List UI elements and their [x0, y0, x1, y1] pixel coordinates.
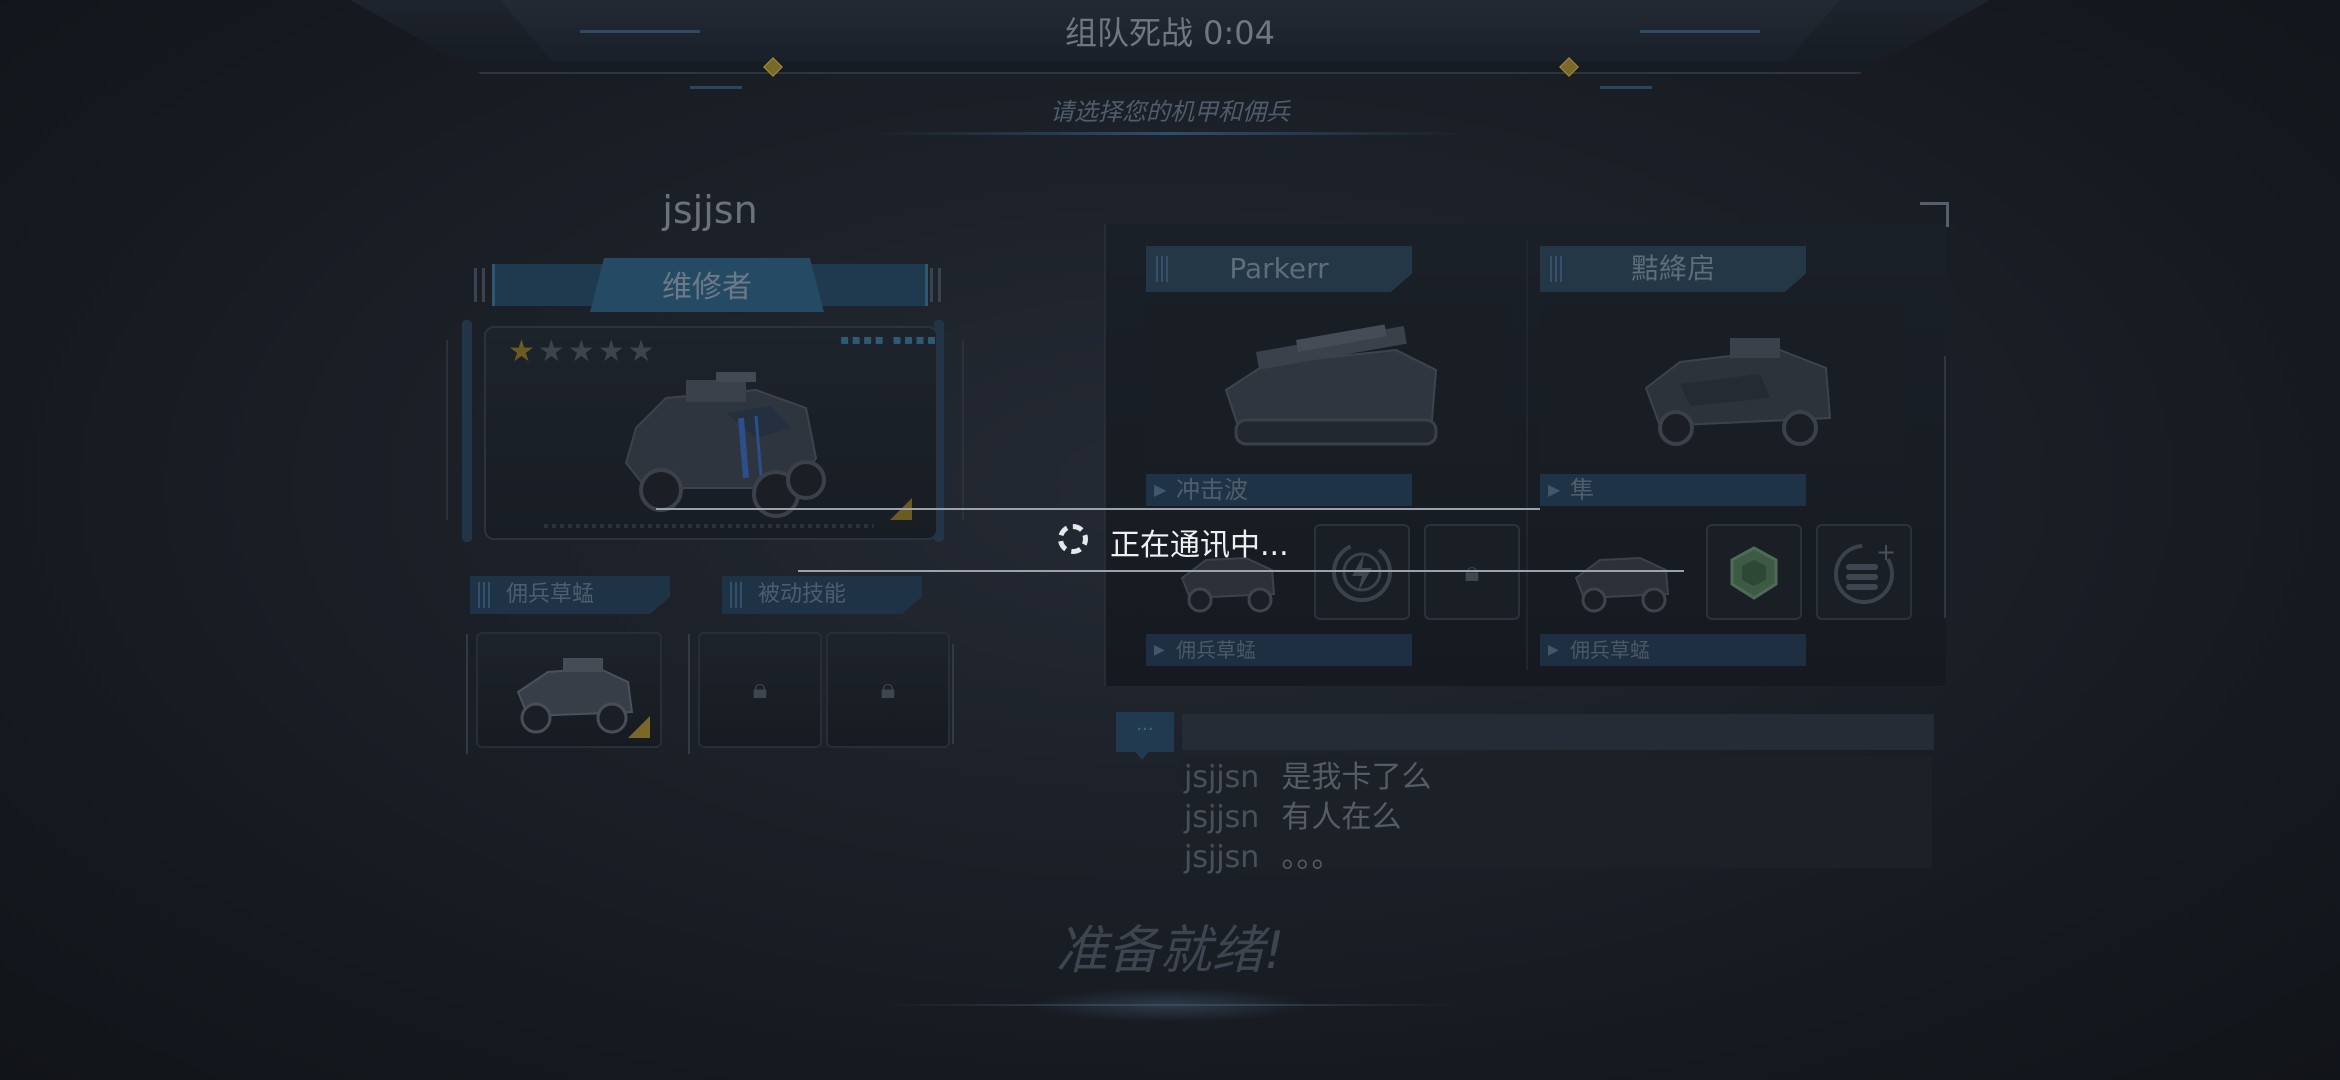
passive-skill-tab-label: 被动技能: [758, 582, 847, 607]
slot-rail-mid: [688, 634, 690, 754]
star-empty-icon: ★: [567, 334, 598, 369]
team-panel-rail-right: [1944, 356, 1946, 618]
star-empty-icon: ★: [627, 334, 658, 369]
lightning-skill-icon: [1332, 542, 1392, 602]
lock-icon: 🔒︎: [752, 672, 768, 705]
chat-message: jsjjsn 是我卡了么: [1184, 752, 1432, 796]
team-divider: [1526, 240, 1528, 670]
teammate-1-skill-bar: ▶ 冲击波: [1146, 474, 1412, 506]
teammate-1-mercenary-bar: ▶ 佣兵草蜢: [1146, 634, 1412, 666]
teammate-1-mech-view: [1146, 306, 1510, 466]
star-rating: ★★★★★: [508, 334, 658, 369]
chat-tab[interactable]: ···: [1116, 712, 1174, 752]
mech-card-side-left: [462, 320, 472, 542]
ready-underline: [880, 1004, 1460, 1006]
teammate-2-skill-slot-2[interactable]: +: [1816, 524, 1912, 620]
role-label: 维修者: [662, 270, 752, 305]
loading-line-top: [656, 508, 1540, 510]
teammate-1-skill: 冲击波: [1176, 476, 1248, 504]
mercenary-corner-badge-icon: [628, 716, 650, 738]
ready-button[interactable]: 准备就绪!: [0, 908, 2340, 983]
teammate-2-skill-slot-1[interactable]: [1706, 524, 1802, 620]
loading-line-bottom: [798, 570, 1684, 572]
teammate-2-grip-icon: [1550, 256, 1564, 282]
chat-input-bar[interactable]: [1182, 714, 1934, 750]
mercenary-tab[interactable]: 佣兵草蜢: [470, 576, 670, 614]
role-bracket-left-2: [482, 268, 485, 302]
mech-card-dots: ▪▪▪▪ ▪▪▪▪: [840, 332, 939, 348]
teammate-2-skill: 隼: [1570, 476, 1594, 504]
play-arrow-icon: ▶: [1154, 480, 1167, 499]
match-title: 组队死战 0:04: [1064, 14, 1276, 52]
play-arrow-icon: ▶: [1548, 642, 1559, 658]
team-panel-corner-icon: [1920, 202, 1949, 227]
mech-card-rail-left: [446, 340, 448, 520]
star-empty-icon: ★: [537, 334, 568, 369]
loading-spinner-icon: [1058, 524, 1088, 554]
chat-message-text: 是我卡了么: [1281, 760, 1432, 795]
header-notch-left: [690, 86, 742, 89]
teammate-1-mercenary: 佣兵草蜢: [1176, 638, 1256, 662]
teammate-1-tank-icon: [1224, 324, 1438, 446]
chat-tab-tail: [1134, 750, 1150, 760]
mech-card-rail-right: [962, 340, 964, 520]
teammate-1-name-tab[interactable]: Parkerr: [1146, 246, 1412, 292]
teammate-1-name: Parkerr: [1229, 252, 1329, 285]
role-bracket-left: [474, 268, 477, 302]
teammate-2-mercenary-bar: ▶ 佣兵草蜢: [1540, 634, 1806, 666]
teammate-2-vehicle-icon: [1644, 338, 1832, 446]
missile-plus-skill-icon: +: [1834, 538, 1896, 604]
star-empty-icon: ★: [597, 334, 628, 369]
role-bracket-right-2: [938, 268, 941, 302]
play-arrow-icon: ▶: [1548, 480, 1561, 499]
teammate-2-skill-bar: ▶ 隼: [1540, 474, 1806, 506]
shield-turtle-skill-icon: [1730, 546, 1778, 600]
chat-message: jsjjsn 。。。: [1184, 832, 1342, 876]
chat-message-text: 。。。: [1281, 840, 1342, 875]
subtitle-glow: [870, 132, 1470, 135]
passive-tab-grip-icon: [730, 582, 744, 608]
passive-slot-2[interactable]: 🔒︎: [826, 632, 950, 748]
header-notch-right: [1600, 86, 1652, 89]
mercenary-tab-grip-icon: [478, 582, 492, 608]
slot-rail-left: [466, 634, 468, 754]
match-subtitle: 请选择您的机甲和佣兵: [1050, 98, 1290, 126]
mercenary-tab-label: 佣兵草蜢: [506, 582, 595, 607]
teammate-2-name: 黠絳扂: [1630, 252, 1715, 285]
lock-icon: 🔒︎: [880, 672, 896, 705]
svg-text:+: +: [1876, 538, 1896, 566]
role-bracket-right: [930, 268, 933, 302]
teammate-2-mercenary-preview: [1540, 524, 1700, 620]
loading-text: 正在通讯中...: [1110, 528, 1289, 563]
teammate-2-mech-view: [1540, 306, 1906, 466]
chat-message-text: 有人在么: [1281, 800, 1402, 835]
slot-rail-right: [952, 644, 954, 744]
play-arrow-icon: ▶: [1154, 642, 1165, 658]
chat-message-user: jsjjsn: [1184, 760, 1260, 795]
teammate-1-grip-icon: [1156, 256, 1170, 282]
star-filled-icon: ★: [508, 334, 538, 369]
mech-card-progress: [544, 524, 874, 528]
player-name: jsjjsn: [662, 188, 758, 232]
chat-message: jsjjsn 有人在么: [1184, 792, 1402, 836]
passive-skill-tab[interactable]: 被动技能: [722, 576, 922, 614]
teammate-1-skill-slot-1[interactable]: [1314, 524, 1410, 620]
teammate-2-mercenary: 佣兵草蜢: [1570, 638, 1650, 662]
teammate-2-mercenary-icon: [1574, 556, 1670, 613]
teammate-2-name-tab[interactable]: 黠絳扂: [1540, 246, 1806, 292]
chat-message-user: jsjjsn: [1184, 800, 1260, 835]
chat-message-user: jsjjsn: [1184, 840, 1260, 875]
passive-slot-1[interactable]: 🔒︎: [698, 632, 822, 748]
lock-icon: 🔒︎: [1455, 555, 1489, 589]
teammate-1-skill-slot-2[interactable]: 🔒︎: [1424, 524, 1520, 620]
